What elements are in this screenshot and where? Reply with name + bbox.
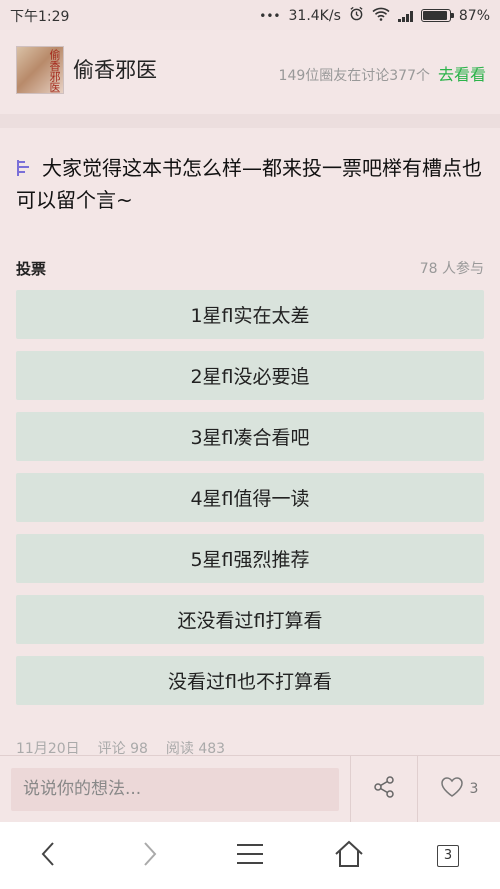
status-icons: ••• 31.4K/s 87% [259, 6, 490, 25]
section-divider [0, 114, 500, 128]
go-see-link[interactable]: 去看看 [438, 61, 486, 85]
wifi-icon [372, 7, 390, 25]
forward-button[interactable] [120, 822, 180, 889]
group-meta: 149位圈友在讨论377个 去看看 [279, 61, 486, 85]
browser-nav-bar: 3 [0, 822, 500, 889]
heart-icon [440, 776, 464, 802]
post-title-text: 大家觉得这本书怎么样—都来投一票吧榉有槽点也可以留个言~ [16, 156, 482, 212]
home-icon [334, 840, 364, 872]
avatar-title-text: 偷香邪医 [48, 49, 61, 93]
comment-input[interactable]: 说说你的想法... [11, 768, 339, 811]
more-dots-icon: ••• [259, 8, 281, 23]
vote-participants: 78 人参与 [419, 261, 484, 277]
forward-icon [142, 841, 158, 871]
battery-percent: 87% [458, 7, 490, 24]
participants-text: 149位圈友在讨论377个 [278, 68, 430, 84]
book-cover-avatar[interactable]: 偷香邪医 [16, 46, 64, 94]
vote-option-2-star[interactable]: 2星ﬂ没必要追 [16, 351, 484, 400]
vote-header: 投票 78 人参与 [16, 258, 484, 278]
comment-bar: 说说你的想法... 3 [0, 755, 500, 822]
home-button[interactable] [319, 822, 379, 889]
post-title: 大家觉得这本书怎么样—都来投一票吧榉有槽点也可以留个言~ [16, 152, 484, 216]
vote-option-3-star[interactable]: 3星ﬂ凑合看吧 [16, 412, 484, 461]
battery-icon [420, 9, 454, 22]
menu-icon [236, 843, 264, 869]
vote-option-4-star[interactable]: 4星ﬂ值得一读 [16, 473, 484, 522]
vote-options: 1星ﬂ实在太差 2星ﬂ没必要追 3星ﬂ凑合看吧 4星ﬂ值得一读 5星ﬂ强烈推荐 … [16, 290, 484, 717]
back-button[interactable] [18, 822, 78, 889]
vote-option-not-interested[interactable]: 没看过ﬂ也不打算看 [16, 656, 484, 705]
alarm-icon [349, 6, 364, 25]
vote-option-1-star[interactable]: 1星ﬂ实在太差 [16, 290, 484, 339]
vote-option-5-star[interactable]: 5星ﬂ强烈推荐 [16, 534, 484, 583]
status-time: 下午1:29 [10, 9, 70, 25]
tabs-icon: 3 [437, 844, 459, 867]
vote-icon [16, 154, 36, 176]
vote-option-plan-to-read[interactable]: 还没看过ﬂ打算看 [16, 595, 484, 644]
vote-label: 投票 [16, 260, 47, 278]
share-icon [372, 775, 396, 803]
back-icon [40, 841, 56, 871]
like-count: 3 [469, 781, 479, 797]
signal-icon [397, 10, 413, 22]
status-bar: 下午1:29 ••• 31.4K/s 87% [0, 0, 500, 30]
tabs-button[interactable]: 3 [418, 822, 478, 889]
network-speed: 31.4K/s [288, 7, 341, 24]
group-header[interactable]: 偷香邪医 偷香邪医 149位圈友在讨论377个 去看看 [0, 30, 500, 114]
post-card: 大家觉得这本书怎么样—都来投一票吧榉有槽点也可以留个言~ 投票 78 人参与 1… [0, 128, 500, 758]
share-button[interactable] [351, 756, 417, 822]
menu-button[interactable] [220, 822, 280, 889]
like-button[interactable]: 3 [418, 756, 500, 822]
group-name[interactable]: 偷香邪医 [73, 54, 157, 84]
